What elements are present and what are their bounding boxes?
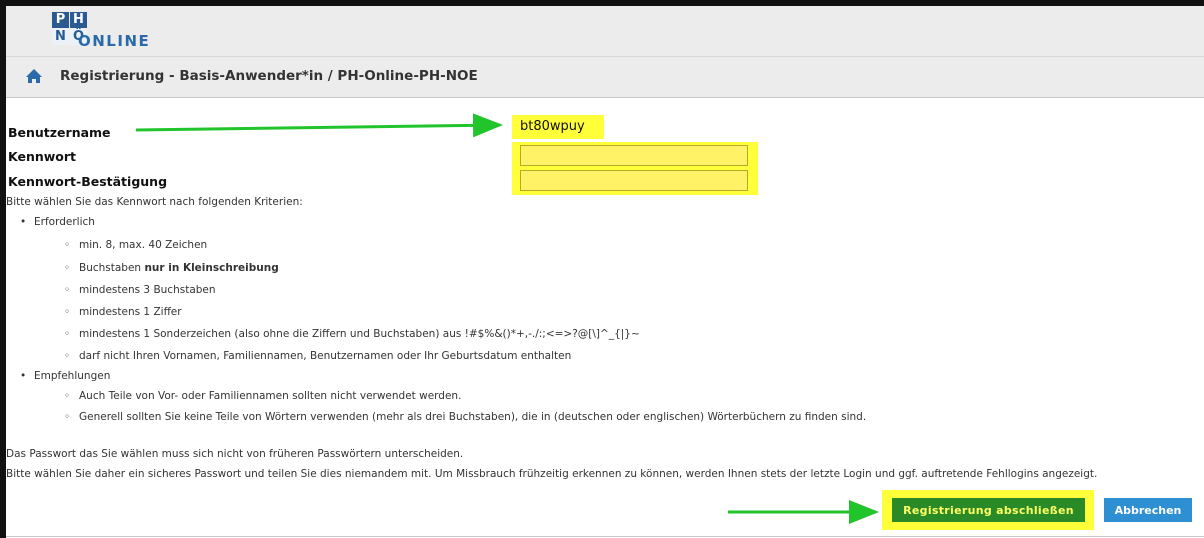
criteria-intro: Bitte wählen Sie das Kennwort nach folge… xyxy=(6,196,303,208)
logo-letter-n: N xyxy=(52,29,69,45)
username-value: bt80wpuy xyxy=(520,119,585,134)
recommended-item: Generell sollten Sie keine Teile von Wör… xyxy=(79,411,867,423)
security-note: Bitte wählen Sie daher ein sicheres Pass… xyxy=(6,468,1098,480)
bullet-disc: • xyxy=(20,370,27,382)
submit-registration-button[interactable]: Registrierung abschließen xyxy=(892,498,1085,522)
bullet-circle: ◦ xyxy=(64,262,71,274)
bullet-circle: ◦ xyxy=(64,411,71,423)
home-icon[interactable] xyxy=(24,66,44,86)
password-highlight xyxy=(512,142,758,170)
password-confirm-highlight xyxy=(512,167,758,195)
logo-letter-p: P xyxy=(52,12,69,28)
bullet-circle: ◦ xyxy=(64,239,71,251)
username-label: Benutzername xyxy=(8,125,111,140)
username-highlight: bt80wpuy xyxy=(512,115,604,139)
password-confirm-label: Kennwort-Bestätigung xyxy=(8,174,168,189)
required-item: mindestens 1 Sonderzeichen (also ohne di… xyxy=(79,328,640,340)
submit-highlight: Registrierung abschließen xyxy=(882,490,1094,530)
recommended-item: Auch Teile von Vor- oder Familiennamen s… xyxy=(79,390,462,402)
required-item: mindestens 1 Ziffer xyxy=(79,306,182,318)
password-input[interactable] xyxy=(520,145,748,166)
logo-wordmark: ONLINE xyxy=(78,32,151,50)
required-item: Buchstaben nur in Kleinschreibung xyxy=(79,262,279,274)
required-item-prefix: Buchstaben xyxy=(79,262,145,274)
registration-form: Benutzername bt80wpuy Kennwort Kennwort-… xyxy=(6,98,1204,538)
logo-letter-h: H xyxy=(70,12,87,28)
header-divider xyxy=(6,56,1204,57)
bullet-circle: ◦ xyxy=(64,350,71,362)
password-label: Kennwort xyxy=(8,149,77,164)
bullet-circle: ◦ xyxy=(64,328,71,340)
password-note: Das Passwort das Sie wählen muss sich ni… xyxy=(6,448,464,460)
bullet-circle: ◦ xyxy=(64,284,71,296)
required-item: mindestens 3 Buchstaben xyxy=(79,284,216,296)
arrow-to-username xyxy=(135,113,503,138)
required-item: min. 8, max. 40 Zeichen xyxy=(79,239,208,251)
cancel-button[interactable]: Abbrechen xyxy=(1104,498,1192,522)
required-title: Erforderlich xyxy=(34,216,95,228)
required-item-bold: nur in Kleinschreibung xyxy=(144,262,279,274)
password-confirm-input[interactable] xyxy=(520,170,748,191)
footer-divider xyxy=(6,536,1204,537)
bullet-circle: ◦ xyxy=(64,390,71,402)
required-item: darf nicht Ihren Vornamen, Familiennamen… xyxy=(79,350,572,362)
page-header: P H N Ö ONLINE Registrierung - Basis-Anw… xyxy=(6,6,1204,98)
bullet-disc: • xyxy=(20,216,27,228)
breadcrumb: Registrierung - Basis-Anwender*in / PH-O… xyxy=(60,68,478,84)
recommended-title: Empfehlungen xyxy=(34,370,111,382)
bullet-circle: ◦ xyxy=(64,306,71,318)
